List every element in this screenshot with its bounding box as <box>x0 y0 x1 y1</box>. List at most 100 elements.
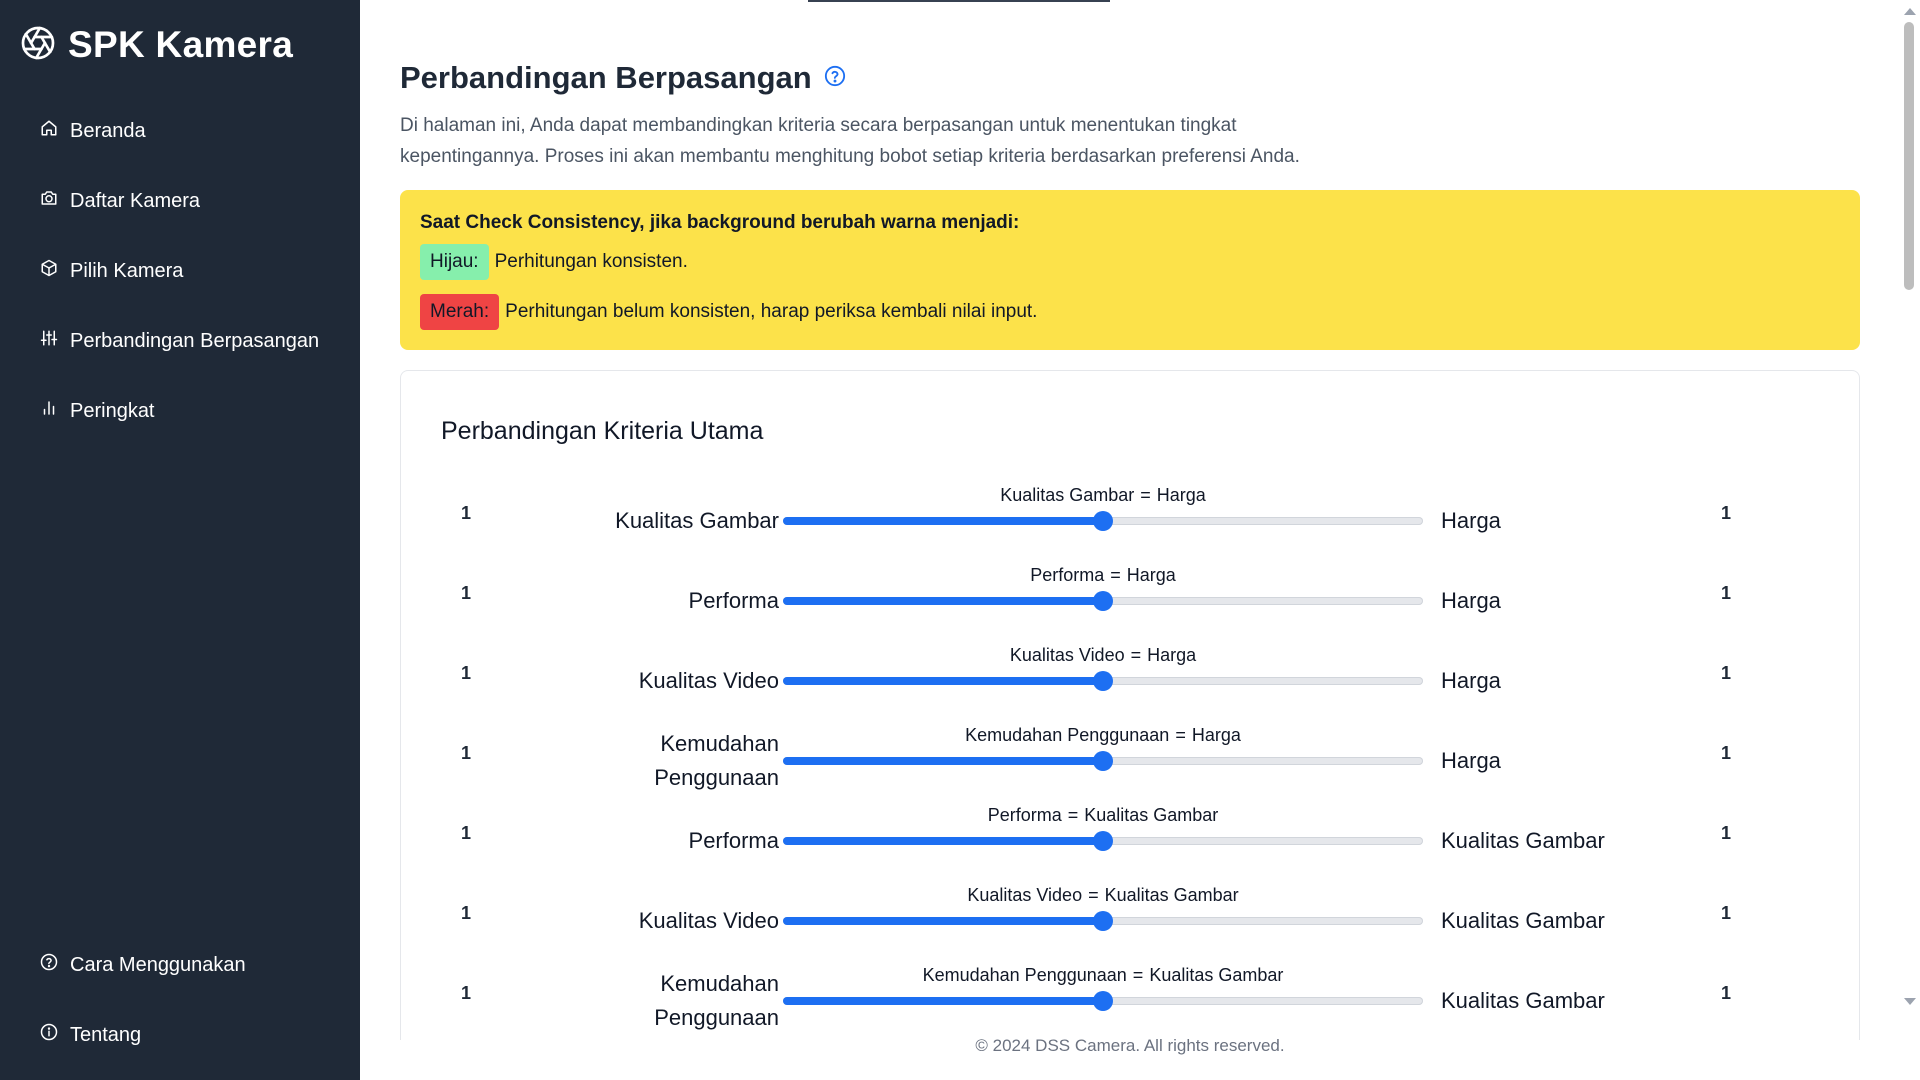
slider-fill <box>783 597 1103 605</box>
sidebar-item-beranda[interactable]: Beranda <box>0 96 360 166</box>
help-circle-icon[interactable] <box>824 65 846 92</box>
scroll-up-arrow-icon[interactable] <box>1904 8 1916 15</box>
slider-label-right: Harga <box>1156 485 1206 505</box>
green-badge: Hijau: <box>420 244 489 280</box>
left-value: 1 <box>461 503 472 523</box>
right-criterion: Harga <box>1441 748 1501 773</box>
right-value: 1 <box>1721 903 1732 923</box>
slider-fill <box>783 677 1103 685</box>
right-value: 1 <box>1721 503 1732 523</box>
slider-label: Kualitas Gambar = Harga <box>783 485 1423 506</box>
sidebar-item-label: Cara Menggunakan <box>70 953 246 976</box>
comparison-slider[interactable] <box>783 831 1423 851</box>
slider-thumb[interactable] <box>1093 911 1113 931</box>
slider-label-right: Harga <box>1126 565 1176 585</box>
comparison-slider[interactable] <box>783 991 1423 1011</box>
slider-thumb[interactable] <box>1093 831 1113 851</box>
comparison-slider[interactable] <box>783 511 1423 531</box>
sidebar-item-perbandingan[interactable]: Perbandingan Berpasangan <box>0 306 360 376</box>
slider-label-equals: = <box>1130 645 1142 665</box>
sidebar-item-peringkat[interactable]: Peringkat <box>0 376 360 446</box>
slider-thumb[interactable] <box>1093 991 1113 1011</box>
slider-label-left: Performa <box>1030 565 1105 585</box>
slider-label-left: Performa <box>987 805 1062 825</box>
right-criterion: Kualitas Gambar <box>1441 828 1605 853</box>
notice-row-red: Merah: Perhitungan belum konsisten, hara… <box>420 294 1840 330</box>
notice-title: Saat Check Consistency, jika background … <box>420 212 1020 233</box>
red-text: Perhitungan belum konsisten, harap perik… <box>505 301 1038 322</box>
sidebar-item-label: Daftar Kamera <box>70 189 201 212</box>
slider-label-equals: = <box>1110 565 1121 585</box>
comparison-slider[interactable] <box>783 911 1423 931</box>
left-criterion: Kualitas Gambar <box>615 508 779 533</box>
sidebar-item-pilih-kamera[interactable]: Pilih Kamera <box>0 236 360 306</box>
right-criterion: Harga <box>1441 668 1501 693</box>
slider-thumb[interactable] <box>1093 751 1113 771</box>
slider-thumb[interactable] <box>1093 591 1113 611</box>
slider-thumb[interactable] <box>1093 671 1113 691</box>
comparison-slider[interactable] <box>783 751 1423 771</box>
slider-label-equals: = <box>1067 805 1079 825</box>
sidebar-item-tentang[interactable]: Tentang <box>0 1000 360 1070</box>
criteria-comparison-card: Perbandingan Kriteria Utama 1 Kualitas G… <box>400 370 1860 1040</box>
sidebar-nav: Beranda Daftar Kamera Pilih Kamera Perba… <box>0 96 360 446</box>
slider-label: Kemudahan Penggunaan = Harga <box>783 725 1423 746</box>
sidebar-item-label: Perbandingan Berpasangan <box>70 329 320 352</box>
slider-label-left: Kualitas Video <box>1009 645 1125 665</box>
scroll-down-arrow-icon[interactable] <box>1904 998 1916 1005</box>
slider-label-right: Kualitas Gambar <box>1084 805 1219 825</box>
slider-fill <box>783 917 1103 925</box>
sidebar-item-label: Beranda <box>70 119 146 142</box>
comparison-slider[interactable] <box>783 671 1423 691</box>
comparison-row: 1 Performa Performa = Harga Harga 1 <box>401 561 1859 641</box>
left-value: 1 <box>461 663 472 683</box>
left-value: 1 <box>461 583 472 603</box>
aperture-icon <box>20 25 56 66</box>
question-circle-icon <box>40 953 58 977</box>
page-scrollbar[interactable] <box>1900 0 1920 1010</box>
right-criterion: Kualitas Gambar <box>1441 908 1605 933</box>
slider-fill <box>783 837 1103 845</box>
top-tab-indicator <box>808 0 1110 2</box>
bar-chart-icon <box>40 399 58 423</box>
comparison-row: 1 Kemudahan Penggunaan Kemudahan Penggun… <box>401 721 1859 801</box>
comparison-row: 1 Kualitas Gambar Kualitas Gambar = Harga … <box>401 481 1859 561</box>
left-value: 1 <box>461 743 472 763</box>
notice-row-green: Hijau: Perhitungan konsisten. <box>420 244 1840 280</box>
sliders-icon <box>40 329 58 353</box>
home-icon <box>40 119 58 143</box>
right-value: 1 <box>1721 823 1732 843</box>
camera-icon <box>40 189 58 213</box>
right-value: 1 <box>1721 983 1732 1003</box>
comparison-row: 1 Kemudahan Penggunaan Kemudahan Penggun… <box>401 961 1859 1040</box>
scroll-thumb[interactable] <box>1904 22 1914 290</box>
slider-label-right: Harga <box>1191 725 1241 745</box>
comparison-slider[interactable] <box>783 591 1423 611</box>
brand[interactable]: SPK Kamera <box>20 22 293 68</box>
page-title-text: Perbandingan Berpasangan <box>400 60 812 95</box>
left-value: 1 <box>461 983 472 1003</box>
sidebar-item-daftar-kamera[interactable]: Daftar Kamera <box>0 166 360 236</box>
slider-thumb[interactable] <box>1093 511 1113 531</box>
left-criterion: Performa <box>688 588 779 613</box>
left-criterion: Kemudahan Penggunaan <box>654 971 779 1030</box>
main-content: Perbandingan Berpasangan Di halaman ini,… <box>360 0 1900 1080</box>
consistency-notice: Saat Check Consistency, jika background … <box>400 190 1860 350</box>
sidebar-item-label: Pilih Kamera <box>70 259 184 282</box>
slider-fill <box>783 517 1103 525</box>
slider-label: Performa = Harga <box>783 565 1423 586</box>
slider-fill <box>783 997 1103 1005</box>
slider-label-left: Kemudahan Penggunaan <box>965 725 1170 745</box>
slider-label-right: Kualitas Gambar <box>1149 965 1284 985</box>
green-text: Perhitungan konsisten. <box>494 251 688 272</box>
info-circle-icon <box>40 1023 58 1047</box>
sidebar-item-cara-menggunakan[interactable]: Cara Menggunakan <box>0 930 360 1000</box>
comparison-row: 1 Kualitas Video Kualitas Video = Harga Ha… <box>401 641 1859 721</box>
left-criterion: Kualitas Video <box>638 668 779 693</box>
slider-label-right: Kualitas Gambar <box>1104 885 1239 905</box>
slider-label-equals: = <box>1132 965 1144 985</box>
sidebar-bottom-nav: Cara Menggunakan Tentang <box>0 930 360 1070</box>
slider-label-left: Kualitas Gambar <box>1000 485 1135 505</box>
sidebar: SPK Kamera Beranda Daftar Kamera Pilih K… <box>0 0 360 1080</box>
comparison-rows: 1 Kualitas Gambar Kualitas Gambar = Harga … <box>401 481 1859 1040</box>
